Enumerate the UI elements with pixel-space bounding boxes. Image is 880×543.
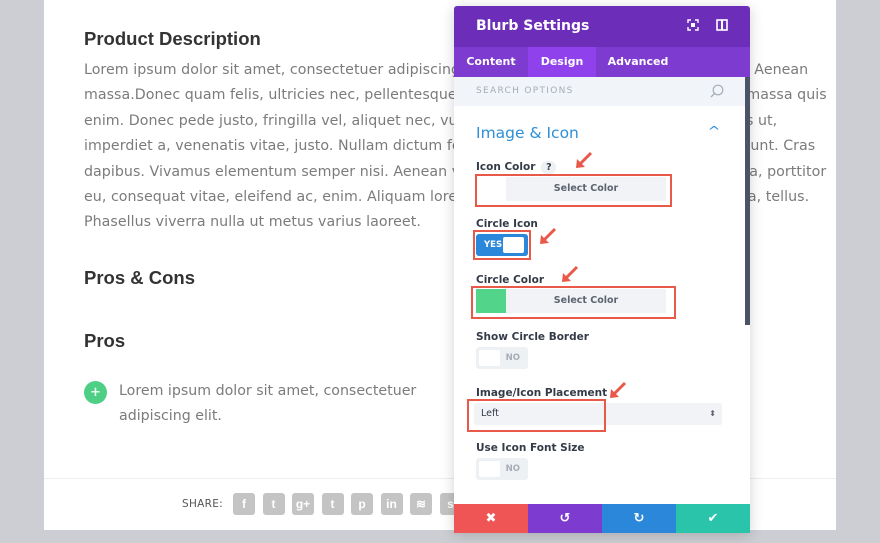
- highlight-box: [473, 230, 531, 260]
- product-description-heading: Product Description: [84, 28, 261, 49]
- show-circle-border-label: Show Circle Border: [476, 331, 589, 343]
- search-options-input[interactable]: SEARCH OPTIONS: [454, 77, 750, 106]
- options-content: Image & Icon ^ Icon Color? Select Color …: [454, 106, 742, 504]
- chevron-up-icon[interactable]: ^: [707, 124, 720, 138]
- use-icon-font-size-label: Use Icon Font Size: [476, 442, 585, 454]
- tab-content[interactable]: Content: [454, 47, 528, 77]
- pros-heading: Pros: [84, 330, 126, 351]
- scrollbar[interactable]: [745, 77, 750, 325]
- buffer-icon[interactable]: ≋: [410, 493, 432, 515]
- plus-circle-icon: +: [84, 381, 107, 404]
- annotation-arrow-icon: [540, 227, 557, 244]
- pros-cons-heading: Pros & Cons: [84, 267, 196, 288]
- settings-tabs: Content Design Advanced: [454, 47, 750, 77]
- search-placeholder: SEARCH OPTIONS: [476, 86, 574, 96]
- annotation-arrow-icon: [610, 381, 627, 398]
- tumblr-icon[interactable]: t: [321, 493, 344, 515]
- share-label: SHARE:: [182, 498, 224, 510]
- show-circle-border-toggle[interactable]: NO: [476, 347, 528, 369]
- pinterest-icon[interactable]: p: [351, 493, 373, 515]
- panel-header[interactable]: Blurb Settings: [454, 6, 750, 47]
- tab-design[interactable]: Design: [528, 47, 596, 77]
- discard-button[interactable]: ✖: [454, 504, 528, 533]
- highlight-box: [467, 399, 606, 432]
- google-plus-icon[interactable]: g+: [292, 493, 314, 515]
- use-icon-font-size-toggle[interactable]: NO: [476, 458, 528, 480]
- twitter-icon[interactable]: t: [262, 493, 285, 515]
- search-icon[interactable]: [710, 83, 724, 98]
- toggle-knob: [479, 461, 500, 477]
- facebook-icon[interactable]: f: [233, 493, 255, 515]
- circle-color-label: Circle Color: [476, 274, 544, 286]
- linkedin-icon[interactable]: in: [380, 493, 403, 515]
- sidebar-toggle-icon[interactable]: [715, 19, 729, 33]
- highlight-box: [475, 174, 672, 207]
- toggle-state: NO: [505, 353, 520, 363]
- help-icon[interactable]: ?: [541, 161, 557, 174]
- pro-list-item: + Lorem ipsum dolor sit amet, consectetu…: [84, 379, 439, 430]
- undo-button[interactable]: ↺: [528, 504, 602, 533]
- save-button[interactable]: ✔: [676, 504, 750, 533]
- icon-color-label: Icon Color?: [476, 161, 557, 174]
- fullscreen-icon[interactable]: [686, 19, 700, 33]
- annotation-arrow-icon: [576, 151, 593, 168]
- toggle-knob: [479, 350, 500, 366]
- circle-icon-label: Circle Icon: [476, 218, 538, 230]
- redo-button[interactable]: ↻: [602, 504, 676, 533]
- panel-title: Blurb Settings: [476, 18, 590, 34]
- select-arrows-icon: ⬍: [709, 409, 716, 418]
- toggle-state: NO: [505, 464, 520, 474]
- section-title-image-icon[interactable]: Image & Icon: [476, 124, 579, 142]
- highlight-box: [471, 286, 676, 319]
- panel-footer: ✖ ↺ ↻ ✔: [454, 504, 750, 533]
- share-icons: f t g+ t p in ≋ s: [233, 493, 462, 515]
- icon-color-label-text: Icon Color: [476, 161, 536, 173]
- pro-text: Lorem ipsum dolor sit amet, consectetuer…: [119, 383, 417, 425]
- tab-advanced[interactable]: Advanced: [596, 47, 680, 77]
- placement-label: Image/Icon Placement: [476, 387, 608, 399]
- annotation-arrow-icon: [562, 265, 579, 282]
- blurb-settings-panel: Blurb Settings Content Design Advanced S…: [454, 6, 750, 533]
